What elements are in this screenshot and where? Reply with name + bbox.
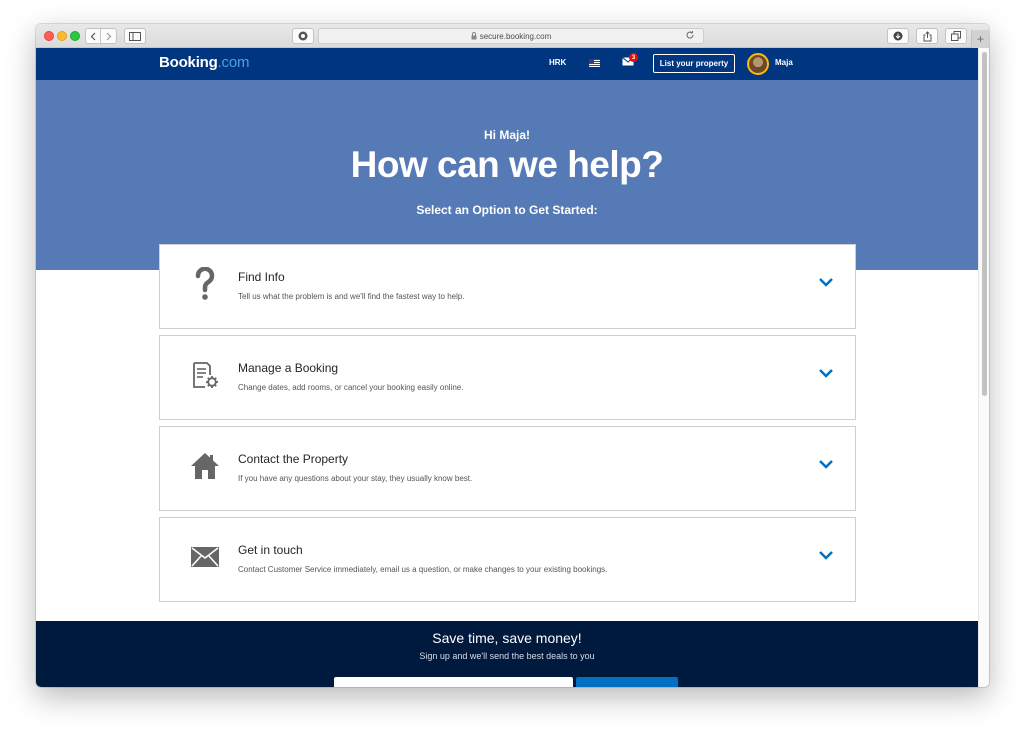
lock-icon: [471, 32, 477, 40]
browser-window: secure.booking.com + Booking.com HRK 3 L…: [36, 24, 989, 687]
minimize-window-button[interactable]: [57, 31, 67, 41]
chevron-left-icon: [90, 32, 96, 40]
chevron-down-icon[interactable]: [818, 458, 834, 470]
notification-badge: 3: [629, 53, 638, 62]
tabs-overview-icon: [951, 31, 961, 41]
option-title: Find Info: [238, 270, 285, 284]
share-button[interactable]: [916, 28, 938, 44]
option-description: Contact Customer Service immediately, em…: [238, 565, 608, 574]
plus-icon: +: [976, 32, 984, 46]
privacy-report-button[interactable]: [292, 28, 314, 44]
sidebar-toggle-button[interactable]: [124, 28, 146, 44]
page-subtitle: Select an Option to Get Started:: [416, 203, 598, 217]
option-title: Manage a Booking: [238, 361, 339, 375]
option-card-find-info[interactable]: Find Info Tell us what the problem is an…: [159, 244, 856, 329]
booking-settings-icon: [188, 358, 222, 392]
newsletter-subtitle: Sign up and we'll send the best deals to…: [419, 651, 595, 661]
url-text: secure.booking.com: [479, 31, 552, 41]
list-your-property-button[interactable]: List your property: [653, 54, 735, 73]
reload-icon[interactable]: [685, 30, 695, 40]
back-forward-buttons: [85, 28, 117, 44]
show-tabs-button[interactable]: [945, 28, 967, 44]
chevron-down-icon[interactable]: [818, 549, 834, 561]
sidebar-icon: [129, 31, 141, 41]
user-name[interactable]: Maja: [775, 58, 793, 67]
option-card-manage-booking[interactable]: Manage a Booking Change dates, add rooms…: [159, 335, 856, 420]
booking-logo[interactable]: Booking.com: [159, 54, 250, 71]
us-flag-icon[interactable]: [589, 59, 600, 67]
chevron-down-icon[interactable]: [818, 276, 834, 288]
newsletter-section: Save time, save money! Sign up and we'll…: [36, 621, 978, 687]
newsletter-title: Save time, save money!: [432, 630, 582, 646]
address-bar[interactable]: secure.booking.com: [318, 28, 704, 44]
option-card-contact-property[interactable]: Contact the Property If you have any que…: [159, 426, 856, 511]
share-icon: [923, 30, 931, 41]
help-options-list: Find Info Tell us what the problem is an…: [159, 244, 856, 608]
house-icon: [188, 449, 222, 483]
page-title: How can we help?: [350, 144, 664, 185]
chevron-right-icon: [106, 32, 111, 40]
greeting: Hi Maja!: [483, 128, 530, 142]
subscribe-button[interactable]: [576, 677, 678, 687]
close-window-button[interactable]: [44, 31, 54, 41]
shield-icon: [298, 31, 308, 41]
logo-main: Booking: [159, 54, 218, 71]
question-mark-icon: [188, 267, 222, 301]
logo-suffix: .com: [217, 54, 250, 71]
scrollbar-thumb[interactable]: [982, 52, 987, 396]
browser-toolbar: secure.booking.com +: [36, 24, 989, 48]
back-button[interactable]: [86, 29, 101, 43]
page-scrollbar[interactable]: [978, 48, 989, 687]
envelope-icon: [188, 540, 222, 574]
currency-selector[interactable]: HRK: [549, 58, 566, 67]
zoom-window-button[interactable]: [70, 31, 80, 41]
option-description: Tell us what the problem is and we'll fi…: [238, 292, 465, 301]
option-title: Get in touch: [238, 543, 303, 557]
downloads-button[interactable]: [887, 28, 909, 44]
avatar[interactable]: [747, 53, 769, 75]
newsletter-email-input[interactable]: [334, 677, 573, 687]
web-page: Booking.com HRK 3 List your property Maj…: [36, 48, 978, 687]
option-title: Contact the Property: [238, 452, 349, 466]
new-tab-button[interactable]: +: [971, 30, 989, 48]
forward-button[interactable]: [101, 29, 116, 43]
option-description: Change dates, add rooms, or cancel your …: [238, 383, 464, 392]
option-card-get-in-touch[interactable]: Get in touch Contact Customer Service im…: [159, 517, 856, 602]
download-icon: [893, 31, 903, 41]
site-header: Booking.com HRK 3 List your property Maj…: [36, 48, 978, 80]
chevron-down-icon[interactable]: [818, 367, 834, 379]
option-description: If you have any questions about your sta…: [238, 474, 473, 483]
